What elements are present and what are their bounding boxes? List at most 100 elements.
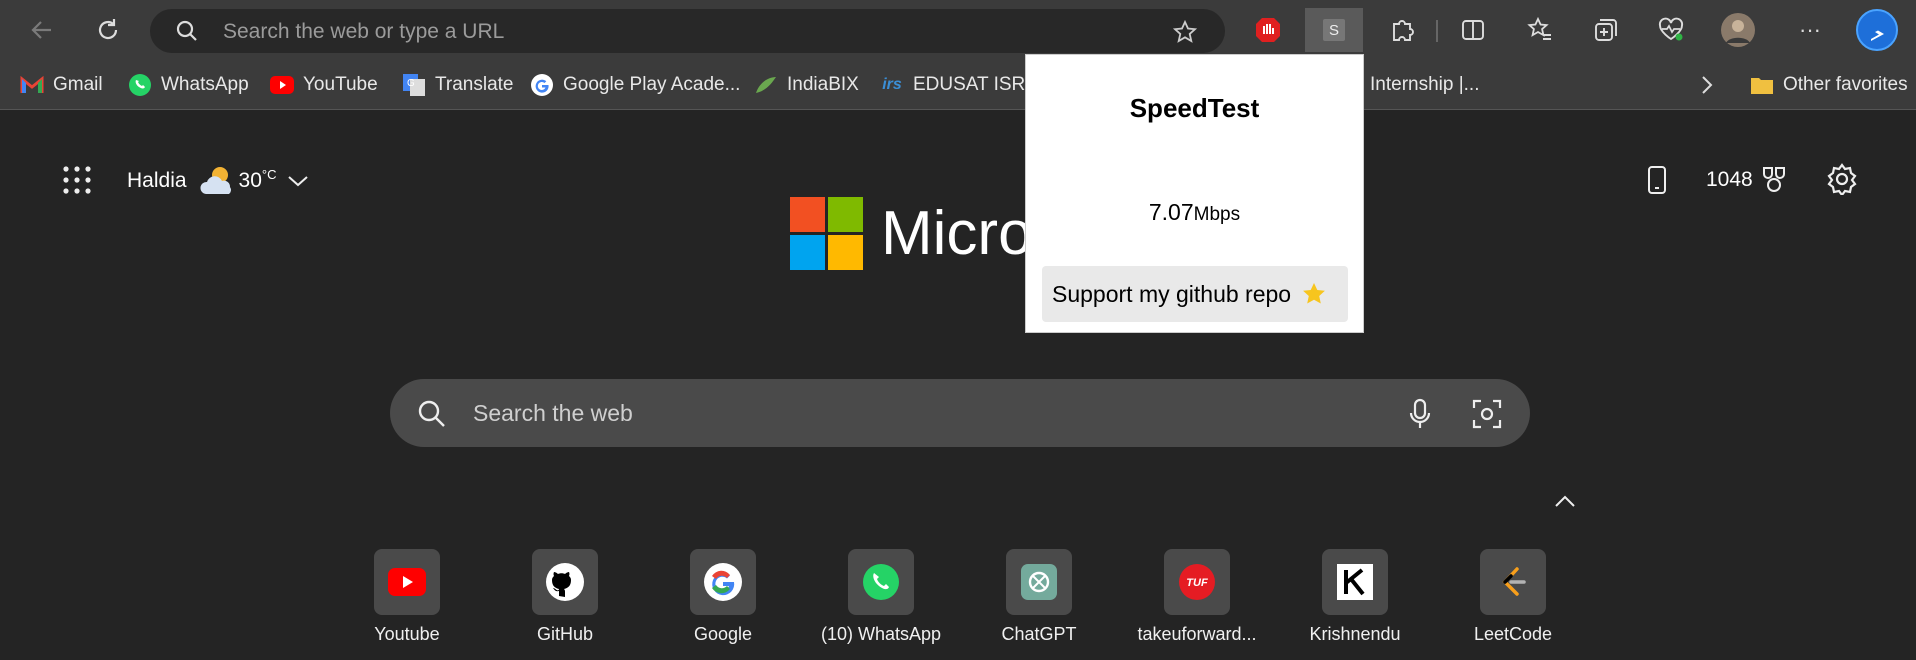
tile-icon-box: [1006, 549, 1072, 615]
heart-pulse-icon: [1658, 17, 1684, 41]
quick-link-label: GitHub: [536, 624, 594, 644]
quick-link-leetcode[interactable]: LeetCode: [1443, 549, 1583, 645]
indiabix-icon: [754, 73, 778, 97]
microsoft-wordmark: Micro: [881, 199, 1033, 268]
adblock-extension-button[interactable]: [1248, 10, 1288, 50]
favorites-button[interactable]: [1520, 10, 1560, 50]
split-screen-icon: [1462, 20, 1484, 40]
bookmark-label: YouTube: [303, 74, 378, 95]
other-favorites[interactable]: Other favorites: [1750, 69, 1908, 101]
favorite-star-icon[interactable]: [1172, 19, 1198, 45]
chevron-up-icon: [1555, 495, 1575, 507]
tuf-icon: TUF: [1179, 564, 1215, 600]
support-github-label: Support my github repo: [1052, 280, 1292, 307]
speedtest-extension-icon: S: [1323, 19, 1345, 41]
google-icon: [704, 563, 742, 601]
quick-link-google[interactable]: Google: [653, 549, 793, 645]
bookmark-internship[interactable]: Internship |...: [1370, 69, 1480, 101]
extensions-button[interactable]: [1382, 10, 1422, 50]
split-screen-button[interactable]: [1453, 10, 1493, 50]
page-settings-button[interactable]: [1826, 163, 1858, 200]
speedtest-extension-button[interactable]: S: [1305, 8, 1363, 52]
bookmark-whatsapp[interactable]: WhatsApp: [128, 69, 249, 101]
gear-icon: [1827, 163, 1857, 197]
translate-icon: G: [402, 73, 426, 97]
favorites-bar: Gmail WhatsApp YouTube G Translate Googl…: [0, 60, 1916, 110]
quick-link-label: Krishnendu: [1309, 624, 1401, 644]
svg-text:G: G: [407, 78, 415, 89]
quick-link-youtube[interactable]: Youtube: [337, 549, 477, 645]
more-dots-icon: ···: [1799, 17, 1821, 42]
irs-icon: irs: [882, 76, 902, 93]
collections-icon: [1595, 19, 1617, 41]
app-launcher-button[interactable]: [63, 166, 91, 199]
bookmark-indiabix[interactable]: IndiaBIX: [754, 69, 859, 101]
speedtest-popup: SpeedTest 7.07Mbps Support my github rep…: [1025, 54, 1364, 333]
puzzle-icon: [1393, 20, 1414, 41]
quick-link-whatsapp[interactable]: (10) WhatsApp: [811, 549, 951, 645]
mobile-button[interactable]: [1647, 165, 1667, 200]
profile-button[interactable]: [1718, 10, 1758, 50]
folder-icon: [1750, 73, 1774, 97]
chevron-down-icon: [287, 176, 308, 187]
browser-essentials-button[interactable]: [1651, 10, 1691, 50]
back-arrow-icon: [31, 21, 51, 39]
browser-toolbar: Search the web or type a URL S ···: [0, 0, 1916, 60]
more-menu-button[interactable]: ···: [1790, 10, 1830, 50]
quick-link-github[interactable]: GitHub: [495, 549, 635, 645]
github-icon: [546, 563, 584, 601]
avatar: [1721, 13, 1755, 47]
refresh-button[interactable]: [88, 10, 128, 50]
google-icon: [530, 73, 554, 97]
other-favorites-label: Other favorites: [1783, 74, 1908, 95]
tile-icon-box: [532, 549, 598, 615]
microsoft-logo: Micro: [790, 197, 1033, 270]
new-tab-page: Haldia 30 °C Micro 1048 Search the web Y…: [0, 111, 1916, 660]
bookmark-translate[interactable]: G Translate: [402, 69, 514, 101]
leetcode-icon: [1502, 567, 1526, 596]
bookmark-youtube[interactable]: YouTube: [270, 69, 378, 101]
chevron-right-icon: [1702, 76, 1713, 94]
speed-readout: 7.07Mbps: [1026, 199, 1363, 226]
whatsapp-icon: [863, 564, 899, 600]
speed-value: 7.07: [1148, 199, 1194, 225]
bookmark-label: Translate: [435, 74, 514, 95]
favorites-overflow-chevron[interactable]: [1700, 69, 1714, 101]
tile-icon-box: [1322, 549, 1388, 615]
support-github-button[interactable]: Support my github repo: [1042, 266, 1348, 322]
visual-search-icon[interactable]: [1472, 399, 1502, 429]
favorites-star-list-icon: [1527, 16, 1551, 40]
weather-widget[interactable]: Haldia 30 °C: [127, 161, 309, 201]
phone-icon: [1648, 166, 1666, 194]
stop-hand-icon: [1256, 18, 1280, 42]
quick-link-chatgpt[interactable]: ChatGPT: [969, 549, 1109, 645]
quick-link-takeuforward[interactable]: TUF takeuforward...: [1127, 549, 1267, 645]
rewards-widget[interactable]: 1048: [1706, 163, 1787, 197]
chatgpt-icon: [1021, 564, 1057, 600]
collections-button[interactable]: [1586, 10, 1626, 50]
whatsapp-icon: [128, 73, 152, 97]
k-icon: [1337, 564, 1373, 600]
bookmark-gmail[interactable]: Gmail: [20, 69, 103, 101]
bookmark-edusat-isro[interactable]: irs EDUSAT ISRO: [880, 69, 1040, 101]
quick-link-label: Youtube: [374, 624, 440, 644]
trophy-icon: [1762, 167, 1785, 192]
web-search-box[interactable]: Search the web: [390, 379, 1530, 447]
back-button[interactable]: [22, 10, 62, 50]
microphone-icon[interactable]: [1408, 398, 1432, 430]
grid-dots-icon: [63, 166, 91, 194]
gmail-icon: [20, 73, 44, 97]
star-icon: [1303, 283, 1325, 304]
tile-icon-box: TUF: [1164, 549, 1230, 615]
youtube-icon: [388, 568, 426, 596]
quick-link-krishnendu[interactable]: Krishnendu: [1285, 549, 1425, 645]
collapse-tiles-button[interactable]: [1554, 494, 1576, 513]
search-icon: [176, 20, 197, 41]
address-bar[interactable]: Search the web or type a URL: [150, 9, 1225, 53]
rewards-points: 1048: [1706, 168, 1753, 191]
bookmark-google-play-academy[interactable]: Google Play Acade...: [530, 69, 740, 101]
bookmark-label: WhatsApp: [161, 74, 249, 95]
toolbar-divider: [1436, 20, 1438, 42]
address-bar-placeholder: Search the web or type a URL: [223, 20, 505, 43]
bing-copilot-button[interactable]: [1853, 6, 1901, 54]
